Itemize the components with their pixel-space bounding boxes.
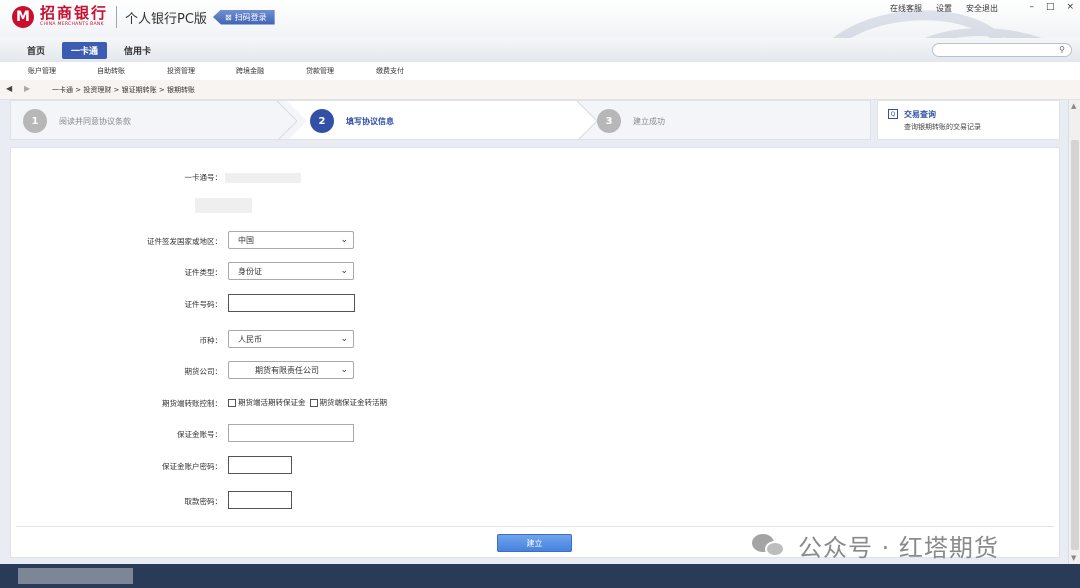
scroll-up-icon[interactable]: ▲	[1071, 102, 1076, 110]
id-type-label: 证件类型：	[184, 268, 223, 277]
step-number: 1	[23, 109, 47, 133]
taskbar	[0, 564, 1080, 588]
vertical-scrollbar[interactable]: ▲ ▼	[1068, 100, 1080, 564]
step-3: 3 建立成功	[597, 101, 665, 139]
card-number-value	[225, 173, 301, 183]
step-2: 2 填写协议信息	[310, 101, 394, 139]
wechat-icon	[752, 532, 788, 560]
tab-debit-card[interactable]: 一卡通	[62, 42, 108, 59]
main-nav: 首页 一卡通 信用卡 ⚲	[0, 38, 1080, 62]
back-arrow-icon[interactable]: ◀	[6, 84, 12, 93]
futures-company-select[interactable]: 期货有限责任公司 ⌄	[228, 361, 354, 379]
step-label: 阅读并同意协议条款	[59, 116, 131, 126]
menu-loans[interactable]: 贷款管理	[306, 66, 334, 76]
margin-account-input[interactable]	[228, 424, 354, 442]
futures-company-value: 期货有限责任公司	[255, 365, 319, 375]
step-1: 1 阅读并同意协议条款	[23, 101, 131, 139]
menu-self-transfer[interactable]: 自助转账	[97, 66, 125, 76]
scroll-thumb[interactable]	[1071, 140, 1079, 550]
breadcrumb: ◀ ▶ 一卡通 > 投资理财 > 银证期转账 > 银期转账	[0, 80, 1080, 100]
forward-arrow-icon[interactable]: ▶	[24, 84, 30, 93]
chevron-down-icon: ⌄	[340, 266, 348, 276]
step-arrow	[577, 101, 597, 139]
app-title: 个人银行PC版	[125, 11, 207, 27]
taskbar-item[interactable]	[18, 568, 133, 584]
id-type-value: 身份证	[238, 266, 262, 276]
bank-logo-icon: M	[12, 6, 34, 28]
search-icon[interactable]: ⚲	[1059, 45, 1065, 54]
search-input[interactable]: ⚲	[932, 43, 1072, 57]
sub-menu: 账户管理 自助转账 投资管理 跨境金融 贷款管理 缴费支付	[0, 62, 1080, 80]
tab-home[interactable]: 首页	[18, 42, 54, 59]
menu-cross-border[interactable]: 跨境金融	[236, 66, 264, 76]
id-number-label: 证件号码：	[184, 300, 223, 309]
currency-label: 币种：	[199, 336, 223, 345]
breadcrumb-path: 一卡通 > 投资理财 > 银证期转账 > 银期转账	[52, 86, 195, 94]
menu-investment[interactable]: 投资管理	[167, 66, 195, 76]
currency-value: 人民币	[238, 334, 262, 344]
id-number-input[interactable]	[228, 294, 355, 312]
menu-account-management[interactable]: 账户管理	[28, 66, 56, 76]
query-icon: Q	[888, 109, 898, 119]
withdraw-password-input[interactable]	[228, 491, 292, 509]
card-number-label: 一卡通号：	[184, 173, 223, 182]
bank-name: 招商银行	[40, 4, 109, 23]
withdraw-password-label: 取款密码：	[184, 497, 223, 506]
transfer-control-options: 期货端活期转保证金 期货端保证金转活期	[228, 397, 387, 408]
bank-logo: M 招商银行 CHINA MERCHANTS BANK 个人银行PC版 ⊠ 扫码…	[12, 6, 275, 28]
chevron-down-icon: ⌄	[340, 365, 348, 375]
watermark-text: 公众号 · 红塔期货	[798, 534, 999, 562]
checkbox-margin-to-current[interactable]	[309, 398, 318, 407]
id-type-select[interactable]: 身份证 ⌄	[228, 262, 354, 280]
checkbox-current-to-margin[interactable]	[228, 398, 236, 407]
scroll-down-icon[interactable]: ▼	[1071, 554, 1076, 562]
margin-password-label: 保证金账户密码：	[162, 462, 222, 471]
chevron-down-icon: ⌄	[340, 235, 348, 245]
margin-password-input[interactable]	[228, 456, 292, 474]
transfer-control-label: 期货端转账控制：	[162, 399, 222, 408]
chevron-down-icon: ⌄	[340, 334, 348, 344]
scan-login-button[interactable]: ⊠ 扫码登录	[212, 9, 275, 25]
form-divider	[16, 526, 1054, 527]
step-indicator: 1 阅读并同意协议条款 2 填写协议信息 3 建立成功	[10, 100, 871, 140]
checkbox-label: 期货端保证金转活期	[319, 398, 388, 407]
query-description: 查询银期转账的交易记录	[904, 123, 981, 131]
tab-credit-card[interactable]: 信用卡	[115, 42, 160, 59]
step-label: 填写协议信息	[346, 116, 394, 126]
margin-account-label: 保证金账号：	[177, 430, 222, 439]
logo-divider	[116, 6, 118, 28]
futures-company-label: 期货公司：	[184, 367, 223, 376]
query-title[interactable]: 交易查询	[904, 109, 936, 120]
currency-select[interactable]: 人民币 ⌄	[228, 330, 354, 348]
menu-payments[interactable]: 缴费支付	[376, 66, 404, 76]
country-value: 中国	[238, 235, 254, 245]
step-number: 2	[310, 109, 334, 133]
submit-button[interactable]: 建立	[497, 534, 572, 552]
step-label: 建立成功	[633, 116, 665, 126]
watermark: 公众号 · 红塔期货	[752, 528, 999, 563]
step-number: 3	[597, 109, 621, 133]
scan-icon: ⊠	[224, 12, 232, 22]
masked-info	[195, 198, 252, 213]
country-select[interactable]: 中国 ⌄	[228, 231, 354, 249]
step-arrow	[277, 101, 297, 139]
bank-name-en: CHINA MERCHANTS BANK	[40, 22, 104, 28]
transaction-query-panel[interactable]: Q 交易查询 查询银期转账的交易记录	[877, 100, 1060, 140]
checkbox-label: 期货端活期转保证金	[238, 398, 306, 407]
country-label: 证件签发国家或地区：	[147, 237, 222, 246]
